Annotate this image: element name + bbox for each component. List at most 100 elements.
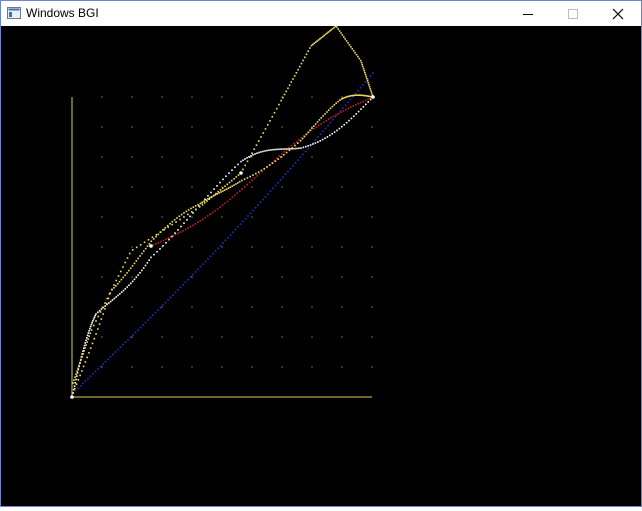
red-curve-dot: [248, 181, 251, 184]
yellow-curve-dot: [147, 238, 150, 241]
white-curve-dot: [300, 147, 302, 149]
white-curve-dot: [317, 141, 319, 143]
yellow-curve-dot: [338, 30, 341, 32]
blue-curve-dot: [152, 314, 154, 316]
blue-curve-dot: [149, 316, 152, 319]
blue-curve-dot: [244, 217, 247, 220]
yellow-curve-dot: [366, 95, 368, 97]
yellow-curve-dot: [271, 162, 274, 164]
grid-dot: [191, 276, 193, 278]
yellow-curve-dot: [363, 94, 365, 97]
grid-dot: [341, 96, 343, 98]
yellow-curve-dot: [212, 195, 215, 197]
red-curve-dot: [246, 183, 248, 186]
blue-curve-dot: [89, 375, 92, 377]
maximize-button[interactable]: [550, 1, 595, 26]
curve-marker: [371, 95, 375, 99]
yellow-curve-dot: [329, 107, 332, 110]
white-curve-dot: [122, 289, 125, 292]
red-curve-dot: [352, 105, 355, 107]
close-icon: [612, 8, 623, 19]
white-curve-dot: [177, 229, 179, 231]
yellow-curve-dot: [79, 374, 81, 377]
yellow-curve-dot: [341, 34, 344, 36]
yellow-curve-dot: [290, 81, 293, 83]
yellow-curve-dot: [360, 94, 362, 97]
yellow-curve-dot: [86, 341, 88, 343]
white-curve-dot: [288, 148, 290, 150]
blue-curve-dot: [272, 187, 274, 190]
yellow-curve-dot: [344, 38, 347, 40]
close-button[interactable]: [595, 1, 640, 26]
white-curve-dot: [252, 154, 254, 156]
blue-curve-dot: [342, 107, 344, 109]
yellow-curve-dot: [176, 217, 178, 219]
yellow-curve-dot: [316, 40, 318, 42]
grid-dot: [161, 246, 163, 248]
yellow-curve-dot: [303, 135, 306, 138]
yellow-curve-dot: [111, 288, 113, 291]
yellow-curve-dot: [233, 184, 235, 186]
white-curve-dot: [268, 149, 270, 152]
white-curve-dot: [159, 248, 161, 250]
yellow-curve-dot: [314, 123, 317, 125]
yellow-curve-dot: [201, 201, 204, 204]
white-curve-dot: [237, 163, 239, 166]
blue-curve-dot: [154, 311, 157, 314]
minimize-button[interactable]: [505, 1, 550, 26]
yellow-curve-dot: [335, 26, 338, 28]
yellow-curve-dot: [367, 82, 370, 84]
white-curve-dot: [262, 150, 264, 153]
blue-curve-dot: [344, 104, 347, 106]
white-curve-dot: [115, 296, 117, 298]
yellow-curve-dot: [86, 356, 88, 359]
grid-dot: [311, 246, 313, 248]
blue-curve-dot: [97, 368, 99, 370]
yellow-curve-dot: [203, 202, 206, 204]
grid-dot: [101, 216, 103, 218]
red-curve-dot: [209, 213, 211, 216]
yellow-curve-dot: [368, 84, 370, 86]
grid-dot: [251, 246, 253, 248]
white-curve-dot: [87, 332, 90, 334]
title-bar[interactable]: Windows BGI: [1, 1, 641, 26]
blue-curve-dot: [169, 296, 172, 299]
yellow-curve-dot: [321, 35, 324, 38]
white-curve-dot: [331, 133, 333, 135]
blue-curve-dot: [137, 329, 139, 331]
white-curve-dot: [357, 110, 360, 113]
blue-curve-dot: [322, 130, 324, 133]
blue-curve-dot: [87, 377, 89, 380]
yellow-curve-dot: [310, 44, 313, 47]
white-curve-dot: [97, 311, 99, 314]
red-curve-dot: [362, 100, 364, 103]
app-window-icon: [7, 7, 21, 19]
blue-curve-dot: [274, 184, 277, 187]
red-curve-dot: [192, 224, 194, 227]
grid-dot: [131, 216, 133, 218]
yellow-curve-dot: [337, 28, 339, 30]
blue-curve-dot: [117, 348, 119, 351]
yellow-curve-dot: [171, 220, 174, 223]
yellow-curve-dot: [218, 192, 220, 194]
red-curve-dot: [325, 119, 327, 122]
white-curve-dot: [264, 150, 266, 152]
red-curve-dot: [330, 116, 332, 119]
yellow-curve-dot: [316, 121, 319, 123]
red-curve-dot: [234, 194, 236, 197]
white-curve-dot: [89, 325, 92, 328]
red-curve-dot: [221, 204, 224, 206]
grid-dot: [281, 186, 283, 188]
grid-dot: [341, 276, 343, 278]
yellow-curve-dot: [209, 197, 211, 199]
grid-dot: [371, 276, 373, 278]
yellow-curve-dot: [77, 367, 79, 370]
white-curve-dot: [133, 278, 136, 281]
white-curve-dot: [75, 378, 77, 381]
white-curve-dot: [73, 385, 76, 387]
yellow-curve-dot: [294, 144, 296, 147]
grid-dot: [101, 246, 103, 248]
yellow-curve-dot: [139, 244, 142, 246]
blue-curve-dot: [369, 75, 372, 77]
yellow-curve-dot: [75, 383, 78, 386]
